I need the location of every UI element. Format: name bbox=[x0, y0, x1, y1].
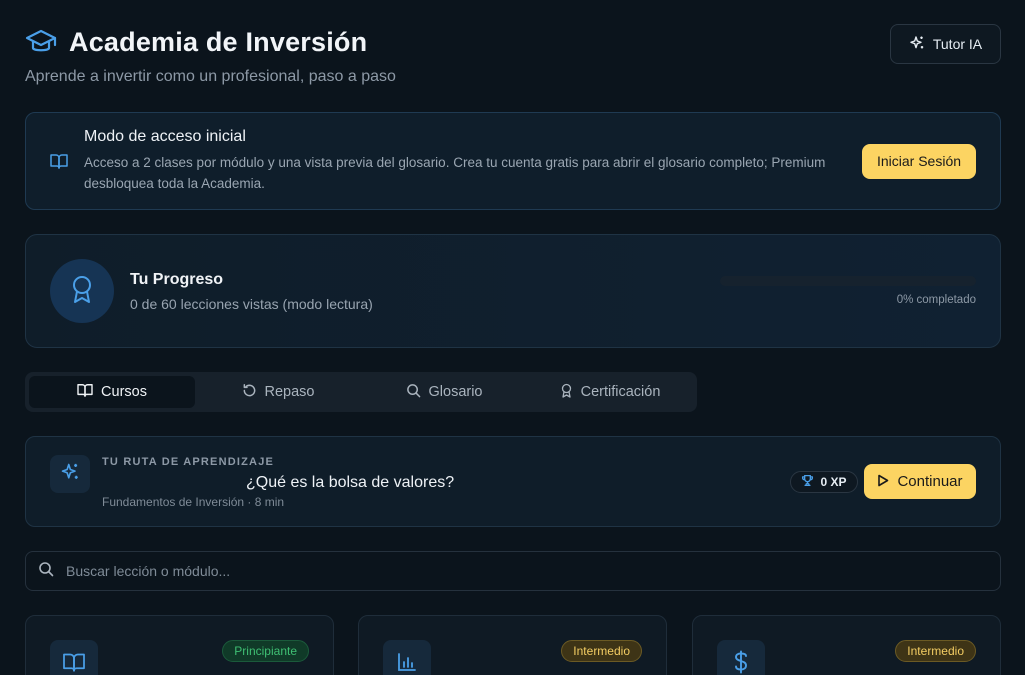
progress-bar-track bbox=[720, 276, 976, 286]
search-icon bbox=[406, 383, 421, 402]
book-open-icon bbox=[50, 153, 70, 169]
section-tabs: Cursos Repaso Glosario Certificación bbox=[25, 372, 697, 412]
rotate-ccw-icon bbox=[242, 383, 257, 402]
course-icon-box bbox=[383, 640, 431, 675]
continue-label: Continuar bbox=[897, 473, 963, 490]
route-label: TU RUTA DE APRENDIZAJE bbox=[102, 456, 275, 468]
access-text: Modo de acceso inicial Acceso a 2 clases… bbox=[84, 128, 846, 194]
page-subtitle: Aprende a invertir como un profesional, … bbox=[25, 68, 396, 85]
graduation-cap-icon bbox=[25, 26, 57, 58]
progress-title: Tu Progreso bbox=[130, 270, 224, 288]
lesson-search-box bbox=[25, 551, 1001, 591]
learning-route-card: TU RUTA DE APRENDIZAJE ¿Qué es la bolsa … bbox=[25, 436, 1001, 527]
tab-label: Glosario bbox=[428, 384, 483, 400]
sparkles-icon bbox=[909, 35, 925, 54]
sparkles-icon bbox=[60, 462, 80, 487]
tutor-ia-label: Tutor IA bbox=[932, 36, 983, 52]
route-icon-box bbox=[50, 455, 90, 493]
dollar-icon bbox=[732, 650, 750, 675]
award-icon bbox=[560, 383, 573, 402]
academy-page: Academia de Inversión Aprende a invertir… bbox=[0, 0, 1025, 675]
play-icon bbox=[877, 474, 889, 490]
book-open-icon bbox=[77, 383, 93, 401]
route-lesson-title[interactable]: ¿Qué es la bolsa de valores? bbox=[246, 474, 454, 492]
progress-text: Tu Progreso 0 de 60 lecciones vistas (mo… bbox=[130, 271, 720, 312]
tutor-ia-button[interactable]: Tutor IA bbox=[890, 24, 1001, 64]
xp-badge: 0 XP bbox=[790, 471, 858, 493]
route-lesson-meta: Fundamentos de Inversión · 8 min bbox=[102, 495, 285, 509]
title-row: Academia de Inversión bbox=[25, 26, 1001, 58]
course-card[interactable]: Principiante bbox=[25, 615, 334, 675]
course-icon-box bbox=[717, 640, 765, 675]
tab-cursos[interactable]: Cursos bbox=[29, 376, 195, 408]
trophy-icon bbox=[801, 474, 814, 490]
course-icon-box bbox=[50, 640, 98, 675]
progress-subtitle: 0 de 60 lecciones vistas (modo lectura) bbox=[130, 295, 373, 312]
bar-chart-icon bbox=[396, 651, 418, 675]
page-title: Academia de Inversión bbox=[69, 26, 368, 57]
level-badge: Principiante bbox=[222, 640, 309, 662]
level-badge: Intermedio bbox=[895, 640, 976, 662]
xp-value: 0 XP bbox=[820, 475, 847, 489]
tab-repaso[interactable]: Repaso bbox=[195, 376, 361, 408]
continue-button[interactable]: Continuar bbox=[864, 464, 976, 499]
tab-certificacion[interactable]: Certificación bbox=[527, 376, 693, 408]
progress-percent: 0% completado bbox=[896, 294, 976, 306]
progress-card: Tu Progreso 0 de 60 lecciones vistas (mo… bbox=[25, 234, 1001, 348]
tab-label: Repaso bbox=[264, 384, 315, 400]
access-mode-card: Modo de acceso inicial Acceso a 2 clases… bbox=[25, 112, 1001, 210]
search-icon bbox=[38, 561, 54, 582]
level-badge: Intermedio bbox=[561, 640, 642, 662]
award-icon bbox=[69, 274, 95, 309]
tab-glosario[interactable]: Glosario bbox=[361, 376, 527, 408]
course-card[interactable]: Intermedio bbox=[358, 615, 667, 675]
medal-badge bbox=[50, 259, 114, 323]
course-card[interactable]: Intermedio bbox=[692, 615, 1001, 675]
tab-label: Cursos bbox=[101, 384, 147, 400]
page-header: Academia de Inversión Aprende a invertir… bbox=[25, 24, 1001, 86]
book-open-icon bbox=[62, 652, 86, 675]
tab-label: Certificación bbox=[580, 384, 661, 400]
lesson-search-input[interactable] bbox=[66, 563, 988, 579]
login-button[interactable]: Iniciar Sesión bbox=[862, 143, 976, 179]
access-title: Modo de acceso inicial bbox=[84, 128, 246, 145]
access-description: Acceso a 2 clases por módulo y una vista… bbox=[84, 155, 826, 191]
progress-meter: 0% completado bbox=[720, 276, 976, 306]
